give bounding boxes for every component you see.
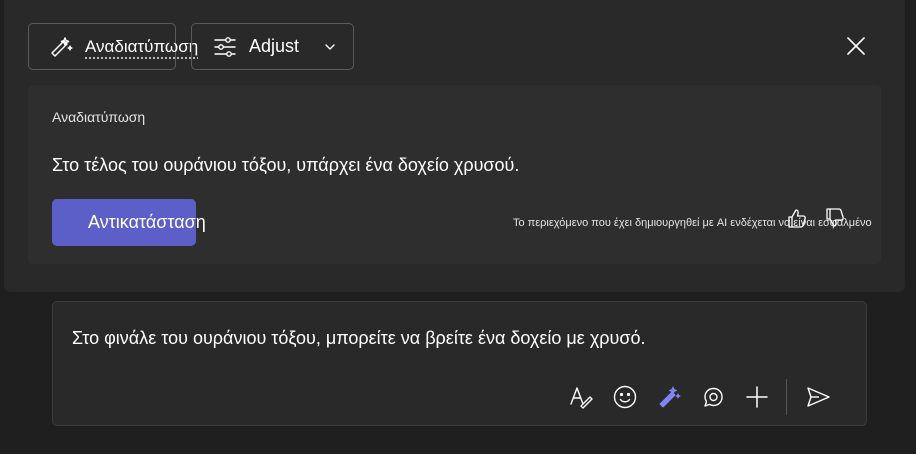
emoji-icon[interactable]	[610, 382, 640, 412]
loop-icon[interactable]	[698, 382, 728, 412]
compose-text[interactable]: Στο φινάλε του ουράνιου τόξου, μπορείτε …	[72, 328, 645, 349]
adjust-label: Adjust	[249, 36, 300, 56]
plus-icon[interactable]	[742, 382, 772, 412]
replace-button[interactable]: Αντικατάσταση	[52, 199, 206, 246]
sparkle-pen-icon	[47, 34, 73, 60]
close-button[interactable]	[843, 33, 869, 59]
close-icon	[846, 36, 866, 56]
card-title: Αναδιατύπωση	[52, 109, 146, 125]
adjust-dropdown[interactable]: Adjust	[191, 23, 354, 70]
copilot-pen-icon[interactable]	[654, 382, 684, 412]
thumbs-up-icon[interactable]	[786, 207, 808, 229]
thumbs-down-icon[interactable]	[824, 207, 846, 229]
suggestion-card: Αναδιατύπωση Στο τέλος του ουράνιου τόξο…	[28, 85, 881, 264]
format-text-icon[interactable]	[566, 382, 596, 412]
suggestion-text: Στο τέλος του ουράνιου τόξου, υπάρχει έν…	[52, 155, 520, 175]
rewrite-button[interactable]: Αναδιατύπωση	[28, 23, 198, 70]
replace-button-label: Αντικατάσταση	[88, 212, 206, 232]
chevron-down-icon	[323, 40, 337, 54]
send-icon[interactable]	[803, 382, 833, 412]
feedback-buttons	[786, 207, 846, 229]
sliders-icon	[213, 35, 237, 59]
rewrite-button-label: Αναδιατύπωση	[85, 36, 199, 56]
compose-box[interactable]: Στο φινάλε του ουράνιου τόξου, μπορείτε …	[52, 301, 867, 426]
compose-toolbar	[566, 379, 833, 415]
toolbar-separator	[786, 379, 787, 415]
